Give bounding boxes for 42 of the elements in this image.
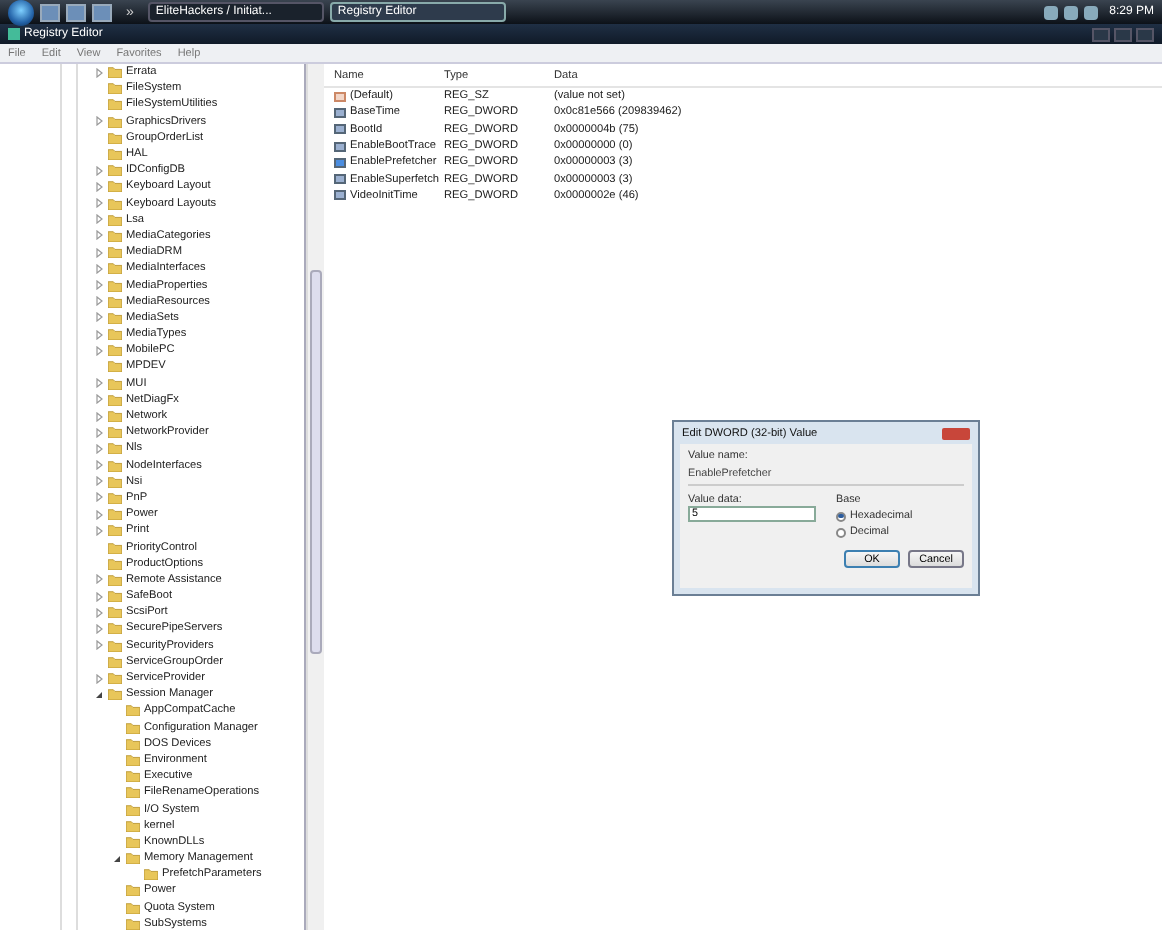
collapsed-arrow-icon[interactable] <box>94 296 104 307</box>
collapsed-arrow-icon[interactable] <box>94 673 104 684</box>
collapsed-arrow-icon[interactable] <box>94 378 104 389</box>
start-button[interactable] <box>8 0 34 25</box>
close-button[interactable] <box>1136 27 1154 41</box>
radio-button[interactable] <box>836 527 846 537</box>
collapsed-arrow-icon[interactable] <box>94 460 104 471</box>
radio-button[interactable] <box>836 511 846 521</box>
collapsed-arrow-icon[interactable] <box>94 329 104 340</box>
app-icon <box>8 28 20 40</box>
string-value-icon <box>334 91 346 102</box>
collapsed-arrow-icon[interactable] <box>94 181 104 192</box>
collapsed-arrow-icon[interactable] <box>94 607 104 618</box>
collapsed-arrow-icon[interactable] <box>94 198 104 209</box>
collapsed-arrow-icon[interactable] <box>94 263 104 274</box>
collapsed-arrow-icon[interactable] <box>94 312 104 323</box>
collapsed-arrow-icon[interactable] <box>94 411 104 422</box>
expanded-arrow-icon[interactable] <box>112 853 122 864</box>
scrollbar[interactable] <box>306 64 324 930</box>
collapsed-arrow-icon[interactable] <box>94 509 104 520</box>
collapsed-arrow-icon[interactable] <box>94 280 104 291</box>
collapsed-arrow-icon[interactable] <box>94 492 104 503</box>
collapsed-arrow-icon[interactable] <box>94 443 104 454</box>
collapsed-arrow-icon[interactable] <box>94 345 104 356</box>
collapsed-arrow-icon[interactable] <box>94 394 104 405</box>
collapsed-arrow-icon[interactable] <box>94 214 104 225</box>
collapsed-arrow-icon[interactable] <box>94 525 104 536</box>
collapsed-arrow-icon[interactable] <box>94 165 104 176</box>
close-button[interactable] <box>942 427 970 439</box>
collapsed-arrow-icon[interactable] <box>94 427 104 438</box>
collapsed-arrow-icon[interactable] <box>94 476 104 487</box>
collapsed-arrow-icon[interactable] <box>94 116 104 127</box>
collapsed-arrow-icon[interactable] <box>94 640 104 651</box>
maximize-button[interactable] <box>1114 27 1132 41</box>
collapsed-arrow-icon[interactable] <box>94 623 104 634</box>
expanded-arrow-icon[interactable] <box>94 689 104 700</box>
collapsed-arrow-icon[interactable] <box>94 247 104 258</box>
collapsed-arrow-icon[interactable] <box>94 67 104 78</box>
collapsed-arrow-icon[interactable] <box>94 574 104 585</box>
collapsed-arrow-icon[interactable] <box>94 591 104 602</box>
scrollbar-thumb[interactable] <box>310 270 322 654</box>
collapsed-arrow-icon[interactable] <box>94 230 104 241</box>
